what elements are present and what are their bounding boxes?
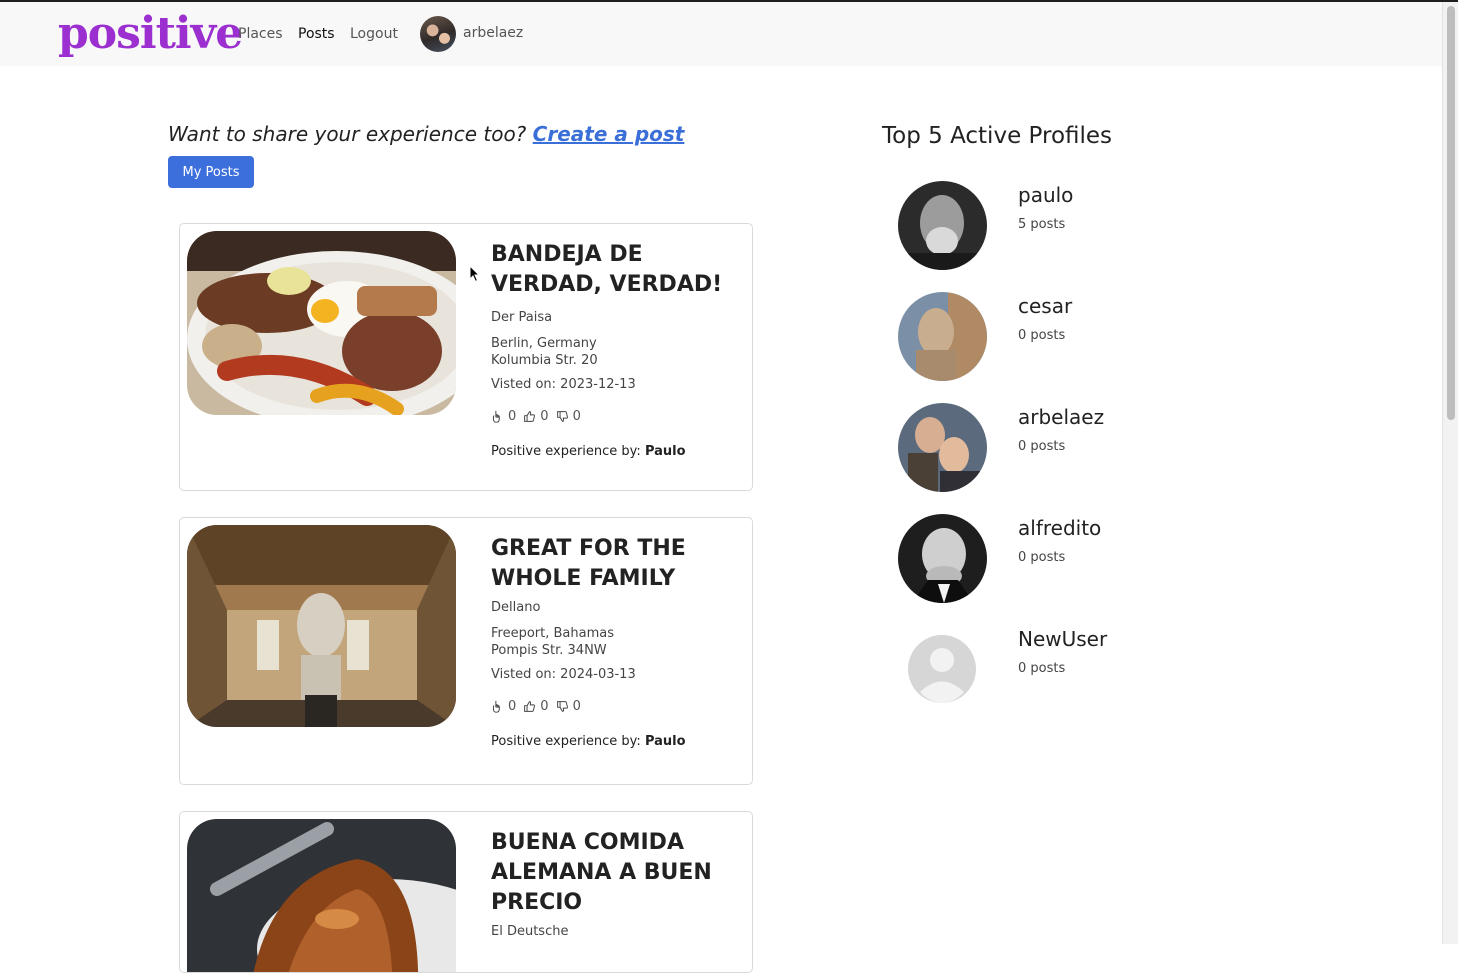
nav-link-posts[interactable]: Posts <box>298 26 335 42</box>
dislikes-count: 0 <box>572 409 581 424</box>
post-city: Freeport, Bahamas <box>491 626 614 641</box>
thumbs-up-icon[interactable] <box>523 700 536 713</box>
post-body: BANDEJA DE VERDAD, VERDAD! Der Paisa Ber… <box>491 240 741 459</box>
profile-item[interactable]: arbelaez 0 posts <box>898 403 1198 493</box>
profile-item[interactable]: NewUser 0 posts <box>898 625 1198 715</box>
profile-post-count: 0 posts <box>1018 550 1066 565</box>
scrollbar-thumb[interactable] <box>1447 6 1455 420</box>
profile-item[interactable]: alfredito 0 posts <box>898 514 1198 604</box>
post-address: Freeport, Bahamas Pompis Str. 34NW <box>491 625 741 659</box>
food-plate-image <box>187 231 456 415</box>
avatar[interactable] <box>898 292 987 381</box>
post-reactions: 0 0 0 <box>491 409 741 424</box>
post-title[interactable]: BANDEJA DE VERDAD, VERDAD! <box>491 240 741 300</box>
post-place: El Deutsche <box>491 924 569 939</box>
post-byline: Positive experience by: Paulo <box>491 734 741 749</box>
byline-prefix: Positive experience by: <box>491 444 641 459</box>
pointer-hand-icon[interactable] <box>491 700 504 713</box>
post-visited-date: Visted on: 2023-12-13 <box>491 377 636 392</box>
post-image-museum[interactable] <box>187 525 456 727</box>
post-byline: Positive experience by: Paulo <box>491 444 741 459</box>
post-street: Pompis Str. 34NW <box>491 643 607 658</box>
profile-post-count: 0 posts <box>1018 328 1066 343</box>
post-card[interactable]: GREAT FOR THE WHOLE FAMILY Dellano Freep… <box>179 517 753 785</box>
profile-photo-alfredito <box>898 514 987 603</box>
nav-username[interactable]: arbelaez <box>463 25 523 41</box>
profile-name[interactable]: NewUser <box>1018 627 1107 651</box>
post-image-bandeja[interactable] <box>187 231 456 415</box>
share-prompt: Want to share your experience too? Creat… <box>168 122 684 146</box>
post-place: Der Paisa <box>491 310 553 325</box>
brand-logo[interactable]: positive <box>58 4 243 64</box>
mouse-cursor-icon <box>469 265 481 283</box>
my-posts-button[interactable]: My Posts <box>168 156 254 188</box>
post-author[interactable]: Paulo <box>645 444 686 459</box>
share-prompt-text: Want to share your experience too? <box>168 122 527 146</box>
profile-name[interactable]: arbelaez <box>1018 405 1104 429</box>
avatar[interactable] <box>898 403 987 492</box>
profile-photo-arbelaez <box>898 403 987 492</box>
avatar[interactable] <box>898 625 987 714</box>
thumbs-up-icon[interactable] <box>523 410 536 423</box>
post-card[interactable]: BANDEJA DE VERDAD, VERDAD! Der Paisa Ber… <box>179 223 753 491</box>
pointer-hand-icon[interactable] <box>491 410 504 423</box>
post-visited-date: Visted on: 2024-03-13 <box>491 667 636 682</box>
avatar[interactable] <box>898 514 987 603</box>
post-image-pork[interactable] <box>187 819 456 972</box>
profile-post-count: 0 posts <box>1018 661 1066 676</box>
post-body: GREAT FOR THE WHOLE FAMILY Dellano Freep… <box>491 534 741 749</box>
post-street: Kolumbia Str. 20 <box>491 353 598 368</box>
profile-item[interactable]: paulo 5 posts <box>898 181 1198 271</box>
post-author[interactable]: Paulo <box>645 734 686 749</box>
navbar: positive Places Posts Logout arbelaez <box>0 2 1443 66</box>
roast-pork-image <box>187 819 456 972</box>
thumbs-down-icon[interactable] <box>556 700 569 713</box>
profile-name[interactable]: cesar <box>1018 294 1072 318</box>
post-place: Dellano <box>491 600 541 615</box>
clicks-count: 0 <box>508 699 517 714</box>
create-post-link[interactable]: Create a post <box>533 122 685 146</box>
post-title[interactable]: GREAT FOR THE WHOLE FAMILY <box>491 534 741 594</box>
nav-link-logout[interactable]: Logout <box>350 26 398 42</box>
clicks-count: 0 <box>508 409 517 424</box>
profile-post-count: 5 posts <box>1018 217 1066 232</box>
default-user-icon <box>898 625 987 714</box>
profile-post-count: 0 posts <box>1018 439 1066 454</box>
likes-count: 0 <box>540 409 549 424</box>
post-reactions: 0 0 0 <box>491 699 741 714</box>
nav-link-places[interactable]: Places <box>238 26 283 42</box>
profile-item[interactable]: cesar 0 posts <box>898 292 1198 382</box>
post-address: Berlin, Germany Kolumbia Str. 20 <box>491 335 741 369</box>
profile-name[interactable]: alfredito <box>1018 516 1101 540</box>
thumbs-down-icon[interactable] <box>556 410 569 423</box>
user-avatar[interactable] <box>420 16 456 52</box>
post-city: Berlin, Germany <box>491 336 597 351</box>
post-card[interactable]: BUENA COMIDA ALEMANA A BUEN PRECIO El De… <box>179 811 753 973</box>
byline-prefix: Positive experience by: <box>491 734 641 749</box>
post-body: BUENA COMIDA ALEMANA A BUEN PRECIO El De… <box>491 828 741 939</box>
dislikes-count: 0 <box>572 699 581 714</box>
profile-photo-cesar <box>898 292 987 381</box>
avatar[interactable] <box>898 181 987 270</box>
likes-count: 0 <box>540 699 549 714</box>
post-title[interactable]: BUENA COMIDA ALEMANA A BUEN PRECIO <box>491 828 741 918</box>
profile-photo-paulo <box>898 181 987 270</box>
page-scrollbar[interactable] <box>1442 2 1458 944</box>
top-profiles-title: Top 5 Active Profiles <box>882 123 1113 149</box>
profile-name[interactable]: paulo <box>1018 183 1073 207</box>
museum-hall-image <box>187 525 456 727</box>
